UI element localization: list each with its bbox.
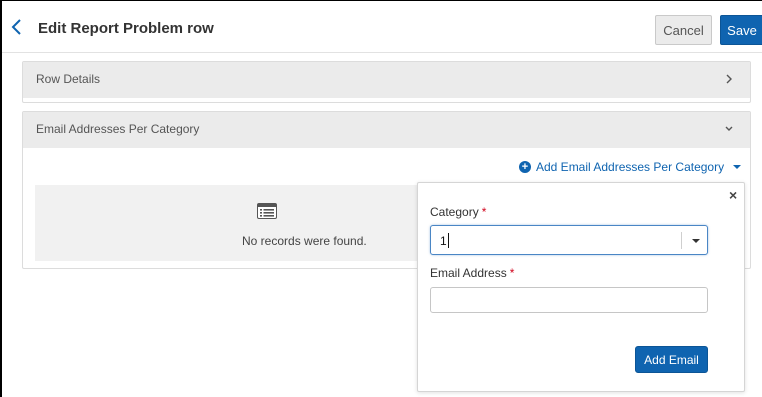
close-icon[interactable]: × — [729, 187, 737, 203]
empty-state-text: No records were found. — [242, 234, 367, 248]
category-label-text: Category — [430, 205, 479, 219]
dropdown-arrow-icon[interactable] — [692, 239, 700, 243]
add-email-popover: × Category * 1 Email Address * Add Email — [417, 182, 745, 392]
email-address-label: Email Address * — [430, 266, 514, 280]
page-header: Edit Report Problem row Cancel Save — [2, 1, 762, 53]
required-marker: * — [481, 205, 487, 219]
row-details-section: Row Details — [22, 61, 751, 103]
page-title: Edit Report Problem row — [38, 20, 214, 37]
category-select[interactable]: 1 — [430, 225, 708, 255]
add-link-label: Add Email Addresses Per Category — [536, 160, 725, 174]
select-divider — [681, 232, 682, 249]
window-left-border — [0, 0, 2, 397]
chevron-right-icon — [726, 74, 732, 84]
email-address-input[interactable] — [430, 287, 708, 313]
add-email-button[interactable]: Add Email — [635, 346, 708, 373]
caret-down-icon — [733, 165, 742, 169]
plus-circle-icon: + — [519, 161, 531, 173]
list-icon — [257, 203, 277, 219]
chevron-left-icon[interactable] — [9, 17, 25, 37]
add-email-addresses-link[interactable]: + Add Email Addresses Per Category — [519, 160, 742, 174]
cancel-button[interactable]: Cancel — [655, 15, 712, 45]
text-cursor — [448, 233, 449, 248]
chevron-down-icon — [725, 126, 733, 131]
category-value: 1 — [440, 234, 447, 248]
empty-state-box — [35, 185, 418, 261]
section-title: Email Addresses Per Category — [36, 122, 200, 136]
email-label-text: Email Address — [430, 266, 507, 280]
save-button[interactable]: Save — [720, 15, 762, 45]
email-addresses-header[interactable]: Email Addresses Per Category — [23, 112, 750, 148]
category-label: Category * — [430, 205, 486, 219]
required-marker: * — [509, 266, 515, 280]
section-title: Row Details — [36, 72, 101, 86]
row-details-header[interactable]: Row Details — [23, 62, 750, 98]
